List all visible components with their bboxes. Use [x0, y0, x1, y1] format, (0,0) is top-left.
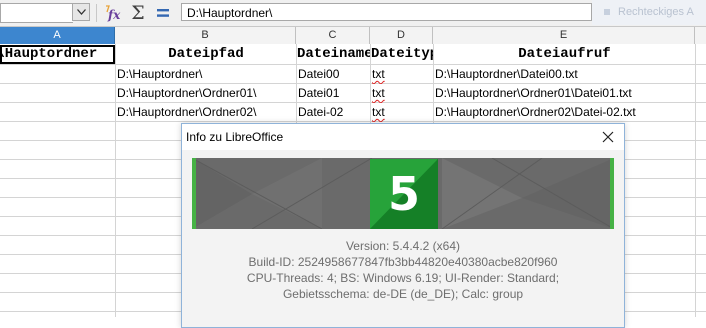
dialog-titlebar[interactable]: Info zu LibreOffice: [182, 124, 624, 150]
locale-line: Gebietsschema: de-DE (de_DE); Calc: grou…: [282, 287, 524, 301]
cell-d4[interactable]: txt: [370, 103, 433, 122]
cell-d1[interactable]: Dateityp: [371, 45, 433, 64]
banner-edge: [610, 158, 614, 229]
cell-e4[interactable]: D:\Hauptordner\Ordner02\Datei-02.txt: [433, 103, 695, 122]
cell-e1[interactable]: Dateiaufruf: [434, 45, 695, 64]
formula-button[interactable]: [152, 3, 174, 23]
cell-e2[interactable]: D:\Hauptordner\Datei00.txt: [433, 65, 695, 84]
version-line: Version: 5.4.4.2 (x64): [345, 239, 461, 253]
banner-edge: [192, 158, 196, 229]
cpu-threads-line: CPU-Threads: 4; BS: Windows 6.19; UI-Ren…: [246, 271, 560, 285]
sum-icon: Σ: [131, 2, 145, 24]
cell-b3[interactable]: D:\Hauptordner\Ordner01\: [115, 84, 296, 103]
version-badge: 5: [370, 159, 438, 229]
cell-d2-text: txt: [372, 67, 385, 81]
version-badge-number: 5: [387, 167, 420, 221]
formula-bar: fx Σ D:\Hauptordner\ Rechteckiges A: [0, 0, 706, 27]
shape-hint: Rechteckiges A: [592, 0, 706, 25]
chevron-down-icon: [76, 9, 86, 15]
toolbar-separator: [96, 4, 97, 22]
column-header-row: A B C D E: [0, 27, 706, 45]
cell-c4[interactable]: Datei-02: [296, 103, 370, 122]
name-box[interactable]: [0, 3, 73, 23]
dialog-body: 5 Version: 5.4.4.2 (x64) Build-ID: 25249…: [182, 150, 624, 327]
cell-c2[interactable]: Datei00: [296, 65, 370, 84]
function-wizard-icon: fx: [106, 5, 121, 22]
column-header-a[interactable]: A: [0, 27, 115, 44]
equals-icon: [157, 9, 169, 17]
cell-c3[interactable]: Datei01: [296, 84, 370, 103]
column-header-d[interactable]: D: [370, 27, 433, 44]
close-icon: [602, 131, 614, 143]
shape-hint-label: Rechteckiges A: [618, 6, 694, 18]
version-info: Version: 5.4.4.2 (x64) Build-ID: 2524958…: [182, 238, 624, 302]
cell-c1[interactable]: Dateiname: [297, 45, 370, 64]
cell-d2[interactable]: txt: [370, 65, 433, 84]
formula-input[interactable]: D:\Hauptordner\: [181, 3, 592, 21]
cell-e3[interactable]: D:\Hauptordner\Ordner01\Datei01.txt: [433, 84, 695, 103]
dialog-title: Info zu LibreOffice: [186, 130, 284, 144]
grid-line: [695, 44, 696, 317]
cell-b1[interactable]: Dateipfad: [116, 45, 296, 64]
active-cell-a1[interactable]: :\Hauptordner: [0, 45, 115, 64]
cell-b2[interactable]: D:\Hauptordner\: [115, 65, 296, 84]
cell-a1-text: :\Hauptordner: [2, 46, 98, 62]
about-dialog: Info zu LibreOffice 5 Version: 5.4.4.2 (…: [181, 123, 625, 328]
shape-icon: [604, 9, 610, 16]
build-id-line: Build-ID: 2524958677847fb3bb44820e40380a…: [248, 255, 558, 269]
cell-d3[interactable]: txt: [370, 84, 433, 103]
name-box-dropdown-button[interactable]: [72, 3, 90, 21]
function-wizard-button[interactable]: fx: [102, 3, 124, 23]
cell-d3-text: txt: [372, 86, 385, 100]
cell-d4-text: txt: [372, 105, 385, 119]
column-header-c[interactable]: C: [296, 27, 370, 44]
svg-text:fx: fx: [107, 8, 121, 22]
column-header-b[interactable]: B: [115, 27, 296, 44]
cell-b4[interactable]: D:\Hauptordner\Ordner02\: [115, 103, 296, 122]
libreoffice-banner: 5: [192, 158, 614, 229]
column-header-e[interactable]: E: [433, 27, 695, 44]
sum-button[interactable]: Σ: [127, 2, 149, 24]
dialog-close-button[interactable]: [592, 124, 624, 150]
